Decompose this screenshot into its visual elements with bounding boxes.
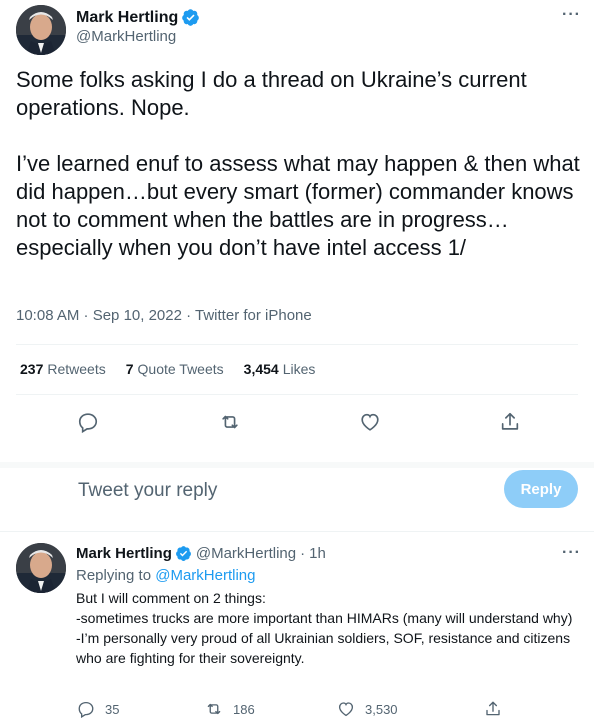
verified-badge-icon — [175, 545, 192, 562]
reply-action[interactable]: 35 — [77, 700, 119, 718]
retweets-label: Retweets — [47, 361, 106, 377]
reply-icon — [78, 701, 94, 718]
author-name-row: Mark Hertling — [76, 8, 200, 27]
reply-author-name[interactable]: Mark Hertling — [76, 545, 172, 562]
reply-icon[interactable] — [77, 411, 99, 434]
quote-tweets-stat[interactable]: 7 Quote Tweets — [126, 361, 224, 377]
reply-composer: Tweet your reply Reply — [0, 468, 594, 524]
tweet-text: Some folks asking I do a thread on Ukrai… — [16, 67, 580, 260]
time-separator: · — [300, 545, 306, 562]
reply-tweet[interactable]: Mark Hertling @MarkHertling · 1h ··· Rep… — [0, 532, 594, 724]
retweets-stat[interactable]: 237 Retweets — [20, 361, 106, 377]
likes-label: Likes — [282, 361, 316, 377]
like-count: 3,530 — [365, 701, 398, 717]
likes-stat[interactable]: 3,454 Likes — [244, 361, 316, 377]
reply-button[interactable]: Reply — [504, 470, 578, 508]
tweet-timestamp[interactable]: 10:08 AM · Sep 10, 2022 · Twitter for iP… — [16, 307, 312, 324]
author-handle[interactable]: @MarkHertling — [76, 28, 176, 45]
verified-badge-icon — [181, 8, 200, 27]
tweet-actions — [0, 405, 594, 439]
replying-to-label: Replying to — [76, 567, 152, 584]
retweet-action[interactable]: 186 — [205, 700, 255, 718]
share-action[interactable] — [484, 700, 502, 718]
replying-to-handle[interactable]: @MarkHertling — [155, 567, 255, 584]
replying-to: Replying to @MarkHertling — [76, 567, 255, 584]
more-options-icon[interactable]: ··· — [562, 6, 581, 24]
retweets-count: 237 — [20, 361, 44, 377]
avatar-image — [16, 5, 66, 55]
retweet-count: 186 — [233, 701, 255, 717]
retweet-icon[interactable] — [219, 411, 241, 433]
quote-tweets-count: 7 — [125, 361, 134, 377]
like-icon — [338, 702, 354, 717]
reply-author-handle[interactable]: @MarkHertling — [196, 545, 296, 562]
like-action[interactable]: 3,530 — [337, 700, 398, 718]
reply-input[interactable]: Tweet your reply — [78, 480, 217, 502]
author-name[interactable]: Mark Hertling — [76, 9, 178, 27]
share-icon[interactable] — [499, 411, 521, 433]
reply-time[interactable]: 1h — [309, 545, 326, 562]
more-options-icon[interactable]: ··· — [562, 544, 581, 562]
share-icon — [486, 701, 500, 716]
retweet-icon — [207, 703, 221, 715]
reply-header: Mark Hertling @MarkHertling · 1h — [76, 545, 330, 562]
reply-text: But I will comment on 2 things: -sometim… — [76, 590, 573, 666]
likes-count: 3,454 — [243, 361, 279, 377]
divider — [16, 344, 578, 345]
reply-count: 35 — [105, 701, 120, 717]
quote-tweets-label: Quote Tweets — [137, 361, 224, 377]
tweet-stats: 237 Retweets 7 Quote Tweets 3,454 Likes — [20, 361, 315, 377]
reply-actions: 35 186 3,530 — [0, 700, 594, 722]
like-icon[interactable] — [359, 411, 381, 433]
avatar[interactable] — [16, 5, 66, 55]
divider — [16, 394, 578, 395]
main-tweet: Mark Hertling @MarkHertling ··· Some fol… — [0, 0, 594, 462]
